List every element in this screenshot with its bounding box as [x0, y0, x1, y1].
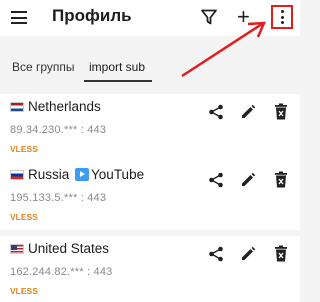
profile-name: Russia YouTube [10, 167, 144, 182]
profile-address: 162.244.82.*** : 443 [10, 266, 113, 278]
edit-pencil-icon[interactable] [240, 104, 256, 120]
russia-flag-icon [10, 170, 24, 180]
page-title: Профиль [52, 6, 132, 25]
play-button-icon [75, 168, 90, 181]
usa-flag-icon [10, 244, 24, 254]
profile-name: United States [10, 241, 109, 256]
delete-icon[interactable] [274, 245, 288, 262]
profile-card[interactable]: Netherlands 89.34.230.*** : 443 VLESS [0, 94, 300, 162]
netherlands-flag-icon [10, 102, 24, 112]
group-tabs: Все группы import sub [0, 52, 300, 82]
delete-icon[interactable] [274, 103, 288, 120]
tab-all-groups[interactable]: Все группы [12, 60, 75, 74]
top-app-bar: Профиль + [0, 0, 300, 36]
share-icon[interactable] [208, 104, 224, 120]
protocol-badge: VLESS [10, 212, 38, 222]
protocol-badge: VLESS [10, 286, 38, 296]
add-profile-icon[interactable]: + [237, 6, 250, 28]
filter-icon[interactable] [201, 9, 217, 25]
hamburger-menu-icon[interactable] [11, 11, 27, 24]
share-icon[interactable] [208, 172, 224, 188]
profile-name: Netherlands [10, 99, 101, 114]
delete-icon[interactable] [274, 171, 288, 188]
share-icon[interactable] [208, 246, 224, 262]
edit-pencil-icon[interactable] [240, 172, 256, 188]
tab-import-sub[interactable]: import sub [89, 60, 145, 74]
protocol-badge: VLESS [10, 144, 38, 154]
profile-address: 89.34.230.*** : 443 [10, 124, 107, 136]
profile-card[interactable]: United States 162.244.82.*** : 443 VLESS [0, 236, 300, 302]
profile-address: 195.133.5.*** : 443 [10, 192, 107, 204]
more-options-icon[interactable] [271, 5, 293, 29]
profile-card[interactable]: Russia YouTube 195.133.5.*** : 443 VLESS [0, 162, 300, 230]
active-tab-indicator [84, 80, 152, 82]
edit-pencil-icon[interactable] [240, 246, 256, 262]
